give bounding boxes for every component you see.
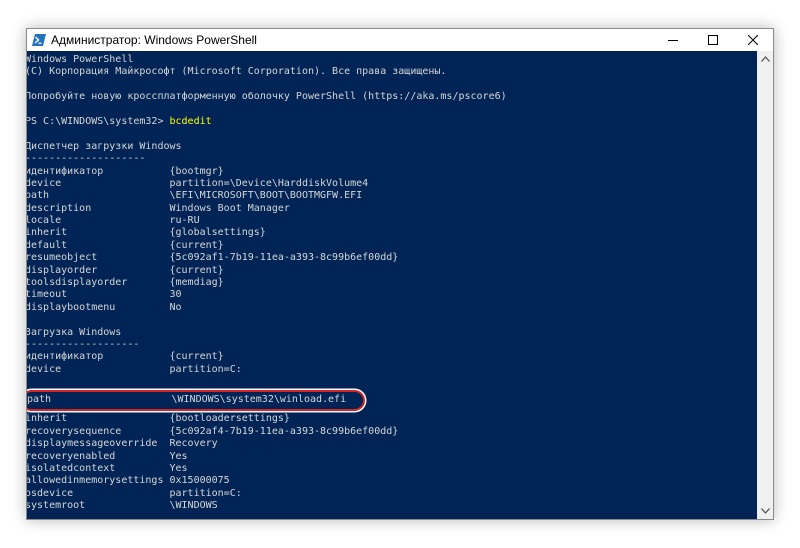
title-bar[interactable]: Администратор: Windows PowerShell [27, 29, 773, 51]
console-line: displaymessageoverride Recovery [27, 438, 218, 450]
screenshot: Администратор: Windows PowerShell Window… [0, 0, 800, 548]
command-text: bcdedit [169, 115, 212, 127]
close-button[interactable] [733, 29, 773, 51]
powershell-icon [32, 34, 46, 46]
command-line: PS C:\WINDOWS\system32> bcdedit [27, 116, 507, 128]
console-line: device partition=C: [27, 363, 242, 375]
command-prompt: PS C:\WINDOWS\system32> [27, 115, 170, 127]
console-line: timeout 30 [27, 289, 182, 301]
window-title: Администратор: Windows PowerShell [51, 33, 257, 47]
console-line: Windows PowerShell [27, 54, 134, 65]
console-line: allowedinmemorysettings 0x15000075 [27, 475, 230, 487]
console-line: Загрузка Windows [27, 326, 122, 338]
scroll-down-button[interactable] [757, 503, 773, 519]
console-line: идентификатор {current} [27, 351, 224, 363]
console-line: path \EFI\MICROSOFT\BOOT\BOOTMGFW.EFI [27, 190, 363, 202]
console-line: -------------------- [27, 153, 146, 165]
console-line: displaybootmenu No [27, 301, 182, 313]
console-line: ------------------- [27, 338, 140, 350]
chevron-down-icon [760, 508, 770, 514]
vertical-scrollbar[interactable] [757, 51, 773, 519]
minimize-icon [668, 40, 678, 41]
console-line: device partition=\Device\HarddiskVolume4 [27, 177, 369, 189]
console-line: Диспетчер загрузки Windows [27, 140, 182, 152]
powershell-window: Администратор: Windows PowerShell Window… [26, 28, 774, 520]
console-line: systemroot \WINDOWS [27, 500, 218, 512]
console-line: recoveryenabled Yes [27, 450, 188, 462]
console-line: toolsdisplayorder {memdiag} [27, 277, 224, 289]
scroll-up-button[interactable] [757, 51, 773, 67]
console-line: displayorder {current} [27, 264, 224, 276]
minimize-button[interactable] [653, 29, 693, 51]
close-icon [748, 35, 758, 45]
console-line: description Windows Boot Manager [27, 202, 290, 214]
console-line: идентификатор {bootmgr} [27, 165, 224, 177]
console-line: osdevice partition=C: [27, 487, 242, 499]
console-line: locale ru-RU [27, 215, 200, 227]
console-line: resumeobject {5c092af1-7b19-11ea-a393-8c… [27, 252, 399, 264]
highlighted-path-line: path \WINDOWS\system32\winload.efi [27, 394, 347, 405]
console-line: (C) Корпорация Майкрософт (Microsoft Cor… [27, 66, 447, 78]
highlight-annotation: path \WINDOWS\system32\winload.efi [27, 390, 365, 411]
chevron-up-icon [760, 56, 770, 62]
console-line: Попробуйте новую кроссплатформенную обол… [27, 91, 507, 103]
console-lines: Windows PowerShell (C) Корпорация Майкро… [27, 54, 507, 512]
maximize-icon [708, 35, 718, 45]
window-controls [653, 29, 773, 51]
console-output[interactable]: Windows PowerShell (C) Корпорация Майкро… [27, 51, 757, 519]
console-line: inherit {globalsettings} [27, 227, 266, 239]
console-line: inherit {bootloadersettings} [27, 413, 290, 425]
console-line: recoverysequence {5c092af4-7b19-11ea-a39… [27, 425, 399, 437]
console-line: default {current} [27, 239, 224, 251]
console-line: isolatedcontext Yes [27, 462, 188, 474]
maximize-button[interactable] [693, 29, 733, 51]
